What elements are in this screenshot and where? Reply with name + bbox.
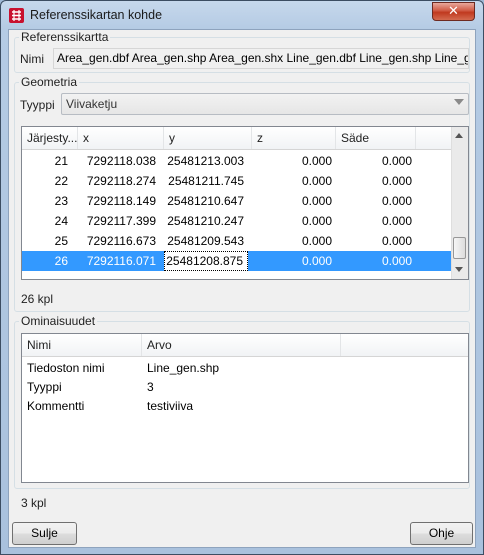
geometry-legend: Geometria [19, 75, 80, 89]
reference-map-legend: Referenssikartta [19, 30, 111, 44]
name-field[interactable]: Area_gen.dbf Area_gen.shp Area_gen.shx L… [53, 48, 469, 69]
table-row[interactable]: Tyyppi 3 [22, 377, 468, 397]
cell-order: 22 [54, 174, 68, 188]
geometry-table-header: Järjesty... x y z Säde [22, 127, 451, 150]
col-value-header[interactable]: Arvo [142, 334, 341, 356]
table-row[interactable]: 24 7292117.399 25481210.247 0.000 0.000 [22, 211, 451, 231]
cell-x: 7292118.274 [86, 174, 156, 188]
cell-z: 0.000 [301, 234, 332, 248]
cell-z: 0.000 [301, 174, 332, 188]
cell-y-focused[interactable]: 25481208.875 [164, 251, 248, 271]
cell-order: 25 [54, 234, 68, 248]
cell-order: 23 [54, 194, 68, 208]
col-radius-header[interactable]: Säde [336, 127, 416, 149]
attr-value: testiviiva [147, 399, 194, 413]
table-row-selected[interactable]: 26 7292116.071 25481208.875 0.000 0.000 [22, 251, 451, 271]
app-icon [9, 8, 24, 23]
scroll-up-icon[interactable] [455, 133, 463, 138]
table-row[interactable]: 21 7292118.038 25481213.003 0.000 0.000 [22, 151, 451, 171]
table-row[interactable]: Tiedoston nimi Line_gen.shp [22, 358, 468, 378]
cell-x: 7292117.399 [86, 214, 156, 228]
attributes-count: 3 kpl [21, 496, 47, 510]
col-y-header[interactable]: y [164, 127, 252, 149]
cell-y: 25481213.003 [167, 154, 244, 168]
attr-name: Kommentti [27, 399, 85, 413]
geometry-table[interactable]: Järjesty... x y z Säde 21 7292118.038 25… [21, 126, 469, 280]
cell-order: 24 [54, 214, 68, 228]
dialog-client: Referenssikartta Nimi Area_gen.dbf Area_… [8, 29, 476, 548]
cell-y: 25481209.543 [167, 234, 244, 248]
help-button[interactable]: Ohje [410, 522, 473, 545]
cell-radius: 0.000 [381, 174, 412, 188]
table-row[interactable]: 22 7292118.274 25481211.745 0.000 0.000 [22, 171, 451, 191]
attr-name: Tyyppi [27, 380, 62, 394]
cell-y: 25481210.247 [167, 214, 244, 228]
name-label: Nimi [20, 52, 44, 66]
col-z-header[interactable]: z [252, 127, 336, 149]
geometry-count: 26 kpl [21, 292, 54, 306]
geometry-table-scrollbar[interactable] [451, 127, 468, 279]
cell-radius: 0.000 [381, 254, 412, 268]
cell-radius: 0.000 [381, 154, 412, 168]
col-x-header[interactable]: x [78, 127, 164, 149]
close-icon: ✕ [448, 4, 459, 19]
type-combobox[interactable]: Viivaketju [61, 93, 469, 115]
type-value: Viivaketju [66, 97, 118, 111]
title-bar[interactable]: Referenssikartan kohde ✕ [1, 1, 483, 29]
attr-value: 3 [147, 380, 154, 394]
window-title: Referenssikartan kohde [30, 8, 163, 22]
cell-radius: 0.000 [381, 194, 412, 208]
scroll-down-icon[interactable] [455, 267, 463, 272]
attributes-legend: Ominaisuudet [19, 314, 98, 328]
cell-order: 26 [54, 254, 68, 268]
cell-x: 7292118.038 [86, 154, 156, 168]
cell-y: 25481210.647 [167, 194, 244, 208]
cell-radius: 0.000 [381, 214, 412, 228]
col-order-header[interactable]: Järjesty... [22, 127, 78, 149]
table-row[interactable]: 25 7292116.673 25481209.543 0.000 0.000 [22, 231, 451, 251]
close-button[interactable]: Sulje [12, 522, 77, 545]
type-label: Tyyppi [20, 98, 55, 112]
cell-x: 7292116.071 [86, 254, 156, 268]
cell-z: 0.000 [301, 254, 332, 268]
cell-order: 21 [54, 154, 68, 168]
table-row[interactable]: 23 7292118.149 25481210.647 0.000 0.000 [22, 191, 451, 211]
col-filler-header [341, 334, 468, 356]
cell-x: 7292116.673 [86, 234, 156, 248]
cell-z: 0.000 [301, 154, 332, 168]
col-name-header[interactable]: Nimi [22, 334, 142, 356]
attributes-table-header: Nimi Arvo [22, 334, 468, 357]
cell-z: 0.000 [301, 194, 332, 208]
chevron-down-icon [454, 99, 464, 105]
cell-y: 25481211.745 [168, 174, 244, 188]
attr-name: Tiedoston nimi [27, 361, 105, 375]
dialog-window: Referenssikartan kohde ✕ Referenssikartt… [0, 0, 484, 555]
window-close-button[interactable]: ✕ [432, 2, 475, 21]
attr-value: Line_gen.shp [147, 361, 220, 375]
cell-radius: 0.000 [381, 234, 412, 248]
table-row[interactable]: Kommentti testiviiva [22, 396, 468, 416]
scroll-thumb[interactable] [453, 237, 466, 259]
cell-x: 7292118.149 [86, 194, 156, 208]
col-filler-header [416, 127, 451, 149]
cell-z: 0.000 [301, 214, 332, 228]
attributes-table[interactable]: Nimi Arvo Tiedoston nimi Line_gen.shp Ty… [21, 333, 469, 483]
